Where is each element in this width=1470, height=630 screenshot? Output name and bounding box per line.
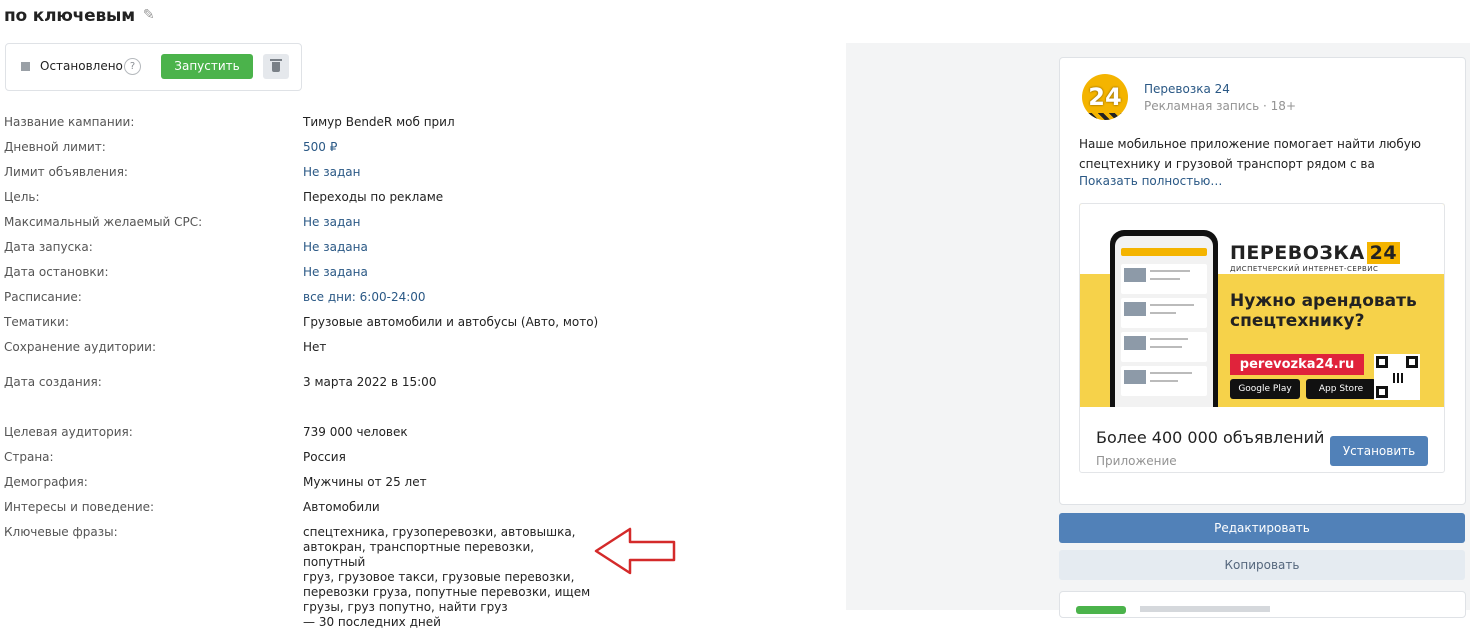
google-play-badge: Google Play (1230, 379, 1300, 399)
info-value: Тимур BendeR моб прил (303, 115, 455, 129)
banner-brand-subtitle: ДИСПЕТЧЕРСКИЙ ИНТЕРНЕТ-СЕРВИС (1230, 265, 1379, 273)
info-value: Мужчины от 25 лет (303, 475, 427, 489)
info-value: Грузовые автомобили и автобусы (Авто, мо… (303, 315, 599, 329)
info-label: Целевая аудитория: (4, 425, 133, 439)
banner-url: perevozka24.ru (1230, 354, 1364, 375)
keywords-label: Ключевые фразы: (4, 525, 118, 539)
info-label: Сохранение аудитории: (4, 340, 157, 354)
delete-button[interactable] (263, 54, 289, 79)
ad-preview-card: 24 Перевозка 24 Рекламная запись · 18+ Н… (1059, 57, 1466, 505)
advertiser-name[interactable]: Перевозка 24 (1144, 82, 1230, 96)
campaign-status-panel: Остановлено ? Запустить (5, 43, 302, 91)
info-label: Дата остановки: (4, 265, 109, 279)
info-value[interactable]: Не задана (303, 265, 368, 279)
info-value[interactable]: Не задана (303, 240, 368, 254)
phone-mockup (1110, 230, 1218, 407)
edit-button[interactable]: Редактировать (1059, 513, 1465, 543)
info-value[interactable]: Не задан (303, 165, 360, 179)
ad-headline: Более 400 000 объявлений (1096, 428, 1325, 447)
stopped-status-icon (21, 62, 30, 71)
info-label: Название кампании: (4, 115, 135, 129)
info-value[interactable]: Не задан (303, 215, 360, 229)
ad-subtitle: Рекламная запись · 18+ (1144, 99, 1296, 113)
ad-banner[interactable]: ПЕРЕВОЗКА 24 ДИСПЕТЧЕРСКИЙ ИНТЕРНЕТ-СЕРВИ… (1079, 203, 1445, 473)
banner-promo-text: Нужно арендовать спецтехнику? (1230, 291, 1417, 331)
info-label: Дата создания: (4, 375, 102, 389)
info-label: Расписание: (4, 290, 82, 304)
info-value: Россия (303, 450, 346, 464)
help-icon[interactable]: ? (124, 58, 141, 75)
pencil-icon[interactable]: ✎ (143, 7, 155, 23)
advertiser-logo[interactable]: 24 (1082, 74, 1128, 120)
show-more-link[interactable]: Показать полностью… (1079, 174, 1222, 188)
app-store-badge: App Store (1306, 379, 1376, 399)
page-title: по ключевым ✎ (4, 6, 155, 26)
info-label: Лимит объявления: (4, 165, 128, 179)
info-value: 3 марта 2022 в 15:00 (303, 375, 437, 389)
keyword-line: — 30 последних дней (303, 615, 441, 629)
info-value: Автомобили (303, 500, 380, 514)
info-label: Дата запуска: (4, 240, 93, 254)
banner-image: ПЕРЕВОЗКА 24 ДИСПЕТЧЕРСКИЙ ИНТЕРНЕТ-СЕРВИ… (1080, 204, 1444, 407)
keywords-value: спецтехника, грузоперевозки, автовышка, а… (303, 525, 593, 630)
install-button[interactable]: Установить (1330, 436, 1428, 466)
info-value: Нет (303, 340, 327, 354)
info-label: Максимальный желаемый CPC: (4, 215, 203, 229)
info-value: 739 000 человек (303, 425, 408, 439)
trash-icon (270, 59, 282, 61)
next-ad-card (1059, 591, 1466, 618)
info-label: Тематики: (4, 315, 69, 329)
info-label: Интересы и поведение: (4, 500, 155, 514)
qr-code-icon (1374, 354, 1420, 400)
info-label: Цель: (4, 190, 40, 204)
status-text: Остановлено (40, 59, 123, 73)
info-label: Дневной лимит: (4, 140, 106, 154)
keyword-line: перевозки груза, попутные перевозки, ище… (303, 585, 591, 599)
info-label: Демография: (4, 475, 88, 489)
copy-button[interactable]: Копировать (1059, 550, 1465, 580)
banner-brand: ПЕРЕВОЗКА 24 (1230, 242, 1401, 264)
keyword-line: автокран, транспортные перевозки, попутн… (303, 540, 535, 569)
red-arrow-annotation (594, 527, 676, 575)
info-value[interactable]: все дни: 6:00-24:00 (303, 290, 426, 304)
run-button[interactable]: Запустить (161, 54, 253, 79)
keyword-line: грузы, груз попутно, найти груз (303, 600, 508, 614)
keyword-line: груз, грузовое такси, грузовые перевозки… (303, 570, 575, 584)
ad-text: Наше мобильное приложение помогает найти… (1079, 137, 1421, 171)
keyword-line: спецтехника, грузоперевозки, автовышка, (303, 525, 576, 539)
app-label: Приложение (1096, 454, 1177, 468)
page-title-text: по ключевым (4, 6, 135, 26)
info-label: Страна: (4, 450, 54, 464)
info-value: Переходы по рекламе (303, 190, 444, 204)
info-value[interactable]: 500 ₽ (303, 140, 337, 154)
